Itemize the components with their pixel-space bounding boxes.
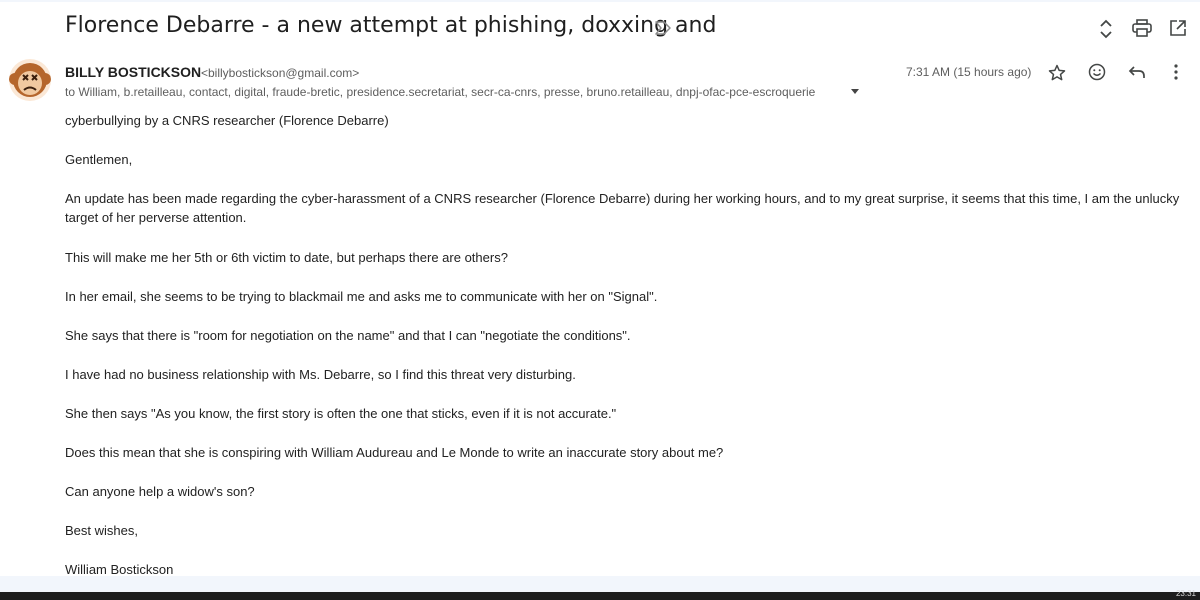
show-details-chevron-down-icon[interactable] — [851, 89, 859, 94]
email-subject: Florence Debarre - a new attempt at phis… — [65, 13, 717, 38]
os-taskbar: 23:31 — [0, 589, 1200, 600]
body-paragraph: An update has been made regarding the cy… — [65, 191, 1180, 225]
reply-icon[interactable] — [1128, 64, 1146, 80]
more-vertical-icon[interactable] — [1173, 64, 1179, 80]
open-in-new-window-icon[interactable] — [1169, 19, 1187, 37]
window-top-edge — [0, 0, 1200, 2]
body-paragraph: She says that there is "room for negotia… — [65, 328, 631, 343]
print-icon[interactable] — [1132, 19, 1152, 37]
window-bottom-edge — [0, 576, 1200, 592]
star-icon[interactable] — [1048, 64, 1066, 82]
important-label-icon[interactable] — [654, 20, 672, 36]
body-paragraph: Can anyone help a widow's son? — [65, 484, 255, 499]
sender-name: BILLY BOSTICKSON — [65, 64, 202, 80]
recipients-list: to William, b.retailleau, contact, digit… — [65, 85, 816, 99]
sender-email: <billybostickson@gmail.com> — [201, 66, 360, 80]
monkey-avatar-icon — [9, 63, 51, 97]
emoji-reaction-icon[interactable] — [1088, 63, 1106, 81]
avatar[interactable] — [9, 59, 51, 101]
body-paragraph: Does this mean that she is conspiring wi… — [65, 445, 724, 460]
body-paragraph: This will make me her 5th or 6th victim … — [65, 250, 508, 265]
body-paragraph: cyberbullying by a CNRS researcher (Flor… — [65, 113, 389, 128]
body-paragraph: In her email, she seems to be trying to … — [65, 289, 658, 304]
taskbar-clock: 23:31 — [1175, 589, 1196, 598]
email-timestamp: 7:31 AM (15 hours ago) — [906, 65, 1032, 79]
expand-collapse-icon[interactable] — [1099, 19, 1113, 39]
body-paragraph: I have had no business relationship with… — [65, 367, 576, 382]
body-paragraph: Gentlemen, — [65, 152, 133, 167]
body-paragraph: She then says "As you know, the first st… — [65, 406, 617, 421]
body-paragraph: Best wishes, — [65, 523, 138, 538]
